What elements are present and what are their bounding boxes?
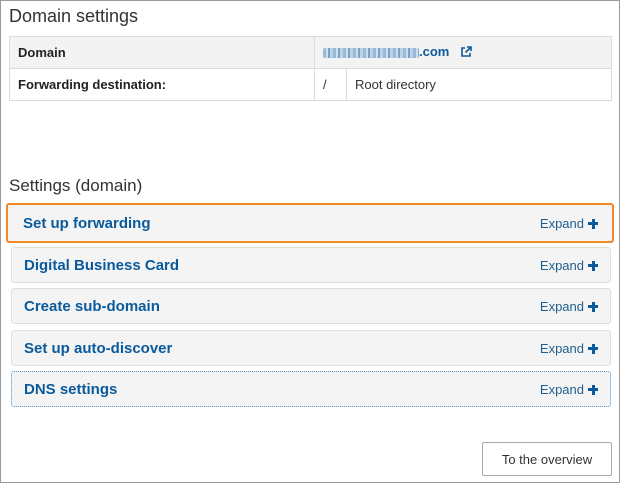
expand-toggle[interactable]: Expand — [540, 341, 598, 356]
domain-value-cell: .com — [314, 36, 612, 69]
page-frame: Domain settings Domain .com Forwarding d… — [0, 0, 620, 483]
accordion-dns-settings[interactable]: DNS settings Expand — [11, 371, 611, 407]
domain-settings-heading: Domain settings — [9, 6, 139, 26]
external-link-icon[interactable] — [460, 46, 472, 61]
to-the-overview-button[interactable]: To the overview — [482, 442, 612, 476]
plus-icon — [588, 301, 598, 312]
domain-suffix: .com — [419, 44, 450, 59]
expand-toggle[interactable]: Expand — [540, 299, 598, 314]
settings-domain-heading: Settings (domain) — [9, 176, 143, 195]
domain-row: Domain .com — [9, 36, 612, 69]
domain-label: Domain — [9, 36, 315, 69]
expand-label: Expand — [539, 341, 584, 356]
accordion-create-sub-domain[interactable]: Create sub-domain Expand — [11, 288, 611, 324]
accordion-title: Set up forwarding — [23, 215, 151, 232]
expand-label: Expand — [539, 258, 584, 273]
domain-link[interactable]: .com — [323, 44, 472, 59]
accordion-set-up-forwarding[interactable]: Set up forwarding Expand — [6, 203, 614, 243]
plus-icon — [588, 218, 598, 229]
expand-toggle[interactable]: Expand — [540, 216, 598, 231]
accordion-digital-business-card[interactable]: Digital Business Card Expand — [11, 247, 611, 283]
forwarding-value: Root directory — [346, 68, 612, 101]
forwarding-path: / — [314, 68, 347, 101]
plus-icon — [588, 260, 598, 271]
expand-label: Expand — [539, 382, 584, 397]
expand-toggle[interactable]: Expand — [540, 382, 598, 397]
expand-label: Expand — [539, 299, 584, 314]
forwarding-label: Forwarding destination: — [9, 68, 315, 101]
forwarding-row: Forwarding destination: / Root directory — [9, 68, 612, 101]
accordion-set-up-auto-discover[interactable]: Set up auto-discover Expand — [11, 330, 611, 366]
expand-label: Expand — [539, 216, 584, 231]
accordion-title: DNS settings — [24, 381, 118, 398]
accordion-title: Create sub-domain — [24, 298, 160, 315]
plus-icon — [588, 343, 598, 354]
expand-toggle[interactable]: Expand — [540, 258, 598, 273]
plus-icon — [588, 384, 598, 395]
domain-info-table: Domain .com Forwarding destination: / Ro… — [9, 36, 612, 101]
redacted-domain-name — [323, 47, 419, 58]
accordion-title: Digital Business Card — [24, 257, 180, 274]
accordion-title: Set up auto-discover — [24, 340, 173, 357]
